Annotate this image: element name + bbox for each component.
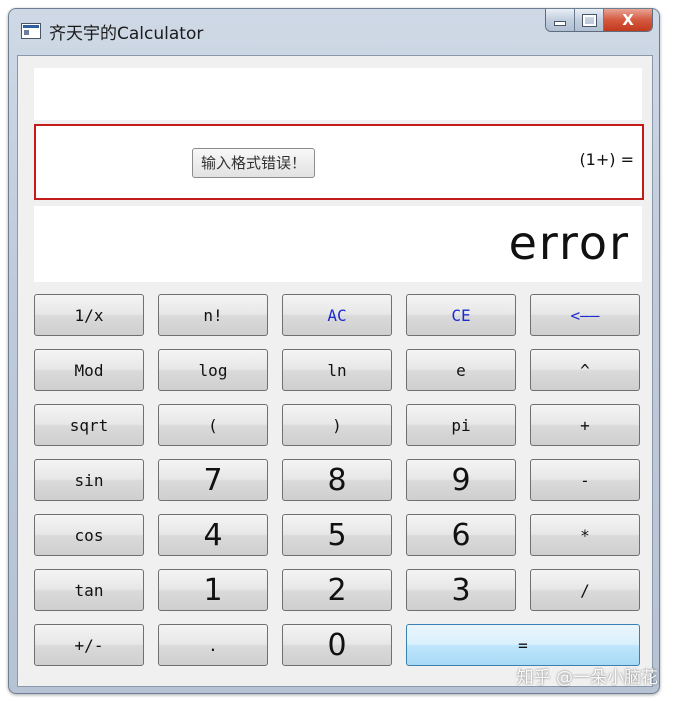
keypad: 1/x n! AC CE <—— Mod log ln e ^ sqrt ( )…	[34, 294, 642, 670]
key-all-clear[interactable]: AC	[282, 294, 392, 336]
key-sqrt[interactable]: sqrt	[34, 404, 144, 446]
key-clear-entry[interactable]: CE	[406, 294, 516, 336]
key-0[interactable]: 0	[282, 624, 392, 666]
maximize-icon	[581, 13, 597, 27]
key-minus[interactable]: -	[530, 459, 640, 501]
app-icon	[21, 23, 41, 39]
close-icon: X	[622, 11, 634, 29]
key-3[interactable]: 3	[406, 569, 516, 611]
minimize-button[interactable]	[546, 9, 575, 31]
key-open-paren[interactable]: (	[158, 404, 268, 446]
key-reciprocal[interactable]: 1/x	[34, 294, 144, 336]
close-button[interactable]: X	[604, 9, 652, 31]
history-display	[34, 68, 642, 120]
calculator-body: 输入格式错误！ (1+) = error 1/x n! AC CE <—— Mo…	[17, 55, 653, 687]
expression-text: (1+) =	[579, 150, 634, 169]
key-9[interactable]: 9	[406, 459, 516, 501]
window-controls: X	[545, 9, 653, 32]
key-equals[interactable]: =	[406, 624, 640, 666]
key-log[interactable]: log	[158, 349, 268, 391]
key-sin[interactable]: sin	[34, 459, 144, 501]
key-multiply[interactable]: *	[530, 514, 640, 556]
key-tan[interactable]: tan	[34, 569, 144, 611]
key-7[interactable]: 7	[158, 459, 268, 501]
key-close-paren[interactable]: )	[282, 404, 392, 446]
key-6[interactable]: 6	[406, 514, 516, 556]
key-8[interactable]: 8	[282, 459, 392, 501]
key-backspace[interactable]: <——	[530, 294, 640, 336]
result-display: error	[34, 206, 642, 282]
key-e[interactable]: e	[406, 349, 516, 391]
title-bar[interactable]: 齐天宇的Calculator X	[9, 9, 659, 49]
minimize-icon	[554, 20, 566, 26]
watermark: 知乎 @一朵小脑花	[516, 668, 658, 688]
key-divide[interactable]: /	[530, 569, 640, 611]
key-5[interactable]: 5	[282, 514, 392, 556]
key-decimal[interactable]: .	[158, 624, 268, 666]
error-message-button[interactable]: 输入格式错误！	[192, 148, 316, 178]
key-1[interactable]: 1	[158, 569, 268, 611]
key-factorial[interactable]: n!	[158, 294, 268, 336]
expression-display: 输入格式错误！ (1+) =	[34, 124, 644, 200]
key-pi[interactable]: pi	[406, 404, 516, 446]
key-2[interactable]: 2	[282, 569, 392, 611]
key-mod[interactable]: Mod	[34, 349, 144, 391]
key-ln[interactable]: ln	[282, 349, 392, 391]
key-plus[interactable]: +	[530, 404, 640, 446]
result-text: error	[508, 216, 630, 270]
key-negate[interactable]: +/-	[34, 624, 144, 666]
maximize-button[interactable]	[575, 9, 604, 31]
key-cos[interactable]: cos	[34, 514, 144, 556]
window-title: 齐天宇的Calculator	[49, 24, 204, 44]
key-4[interactable]: 4	[158, 514, 268, 556]
key-power[interactable]: ^	[530, 349, 640, 391]
calculator-window: 齐天宇的Calculator X 输入格式错误！ (1+) = error 1/…	[8, 8, 660, 694]
